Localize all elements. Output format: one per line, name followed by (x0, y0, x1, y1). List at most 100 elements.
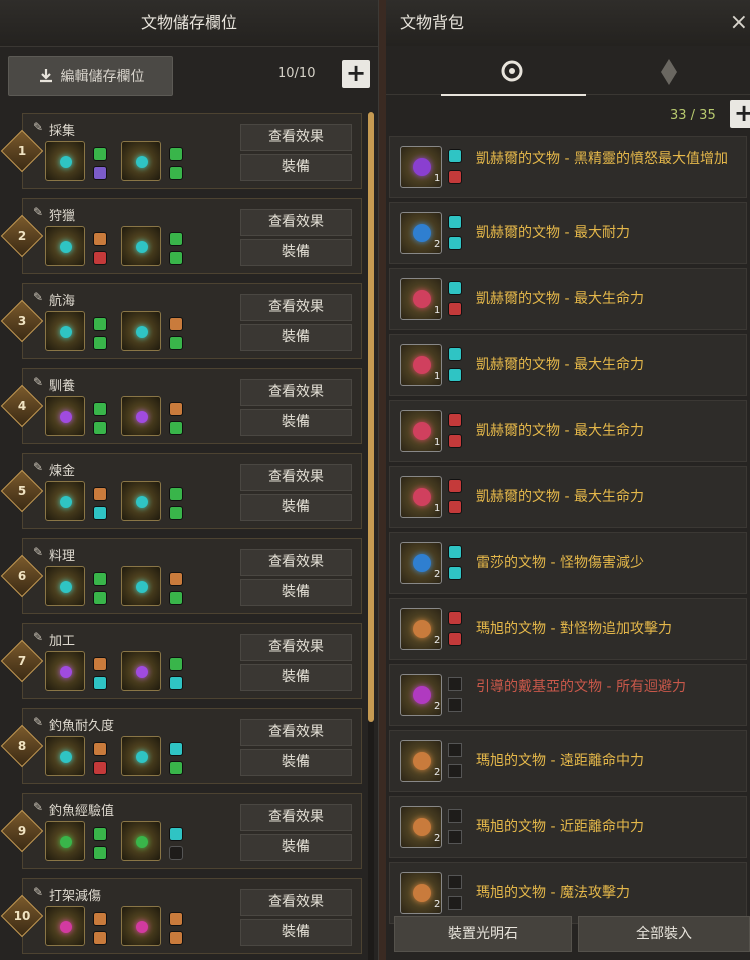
equip-lightstone-button[interactable]: 裝置光明石 (394, 916, 572, 952)
view-effect-button[interactable]: 查看效果 (240, 549, 352, 576)
equip-button[interactable]: 裝備 (240, 919, 352, 946)
equip-button[interactable]: 裝備 (240, 239, 352, 266)
view-effect-button[interactable]: 查看效果 (240, 719, 352, 746)
artifact-slot[interactable]: 7 ✎ 加工 查看效果 裝備 (0, 623, 362, 699)
artifact-item[interactable]: 2 引導的戴基亞的文物 - 所有迴避力 (389, 664, 747, 726)
artifact-item[interactable]: 2 瑪旭的文物 - 對怪物追加攻擊力 (389, 598, 747, 660)
pencil-icon[interactable]: ✎ (33, 290, 43, 304)
artifact-slot[interactable]: 9 ✎ 釣魚經驗值 查看效果 裝備 (0, 793, 362, 869)
item-name: 凱赫爾的文物 - 黑精靈的憤怒最大值增加 (476, 151, 728, 167)
lightstone-icon (448, 632, 462, 646)
artifact-item[interactable]: 1 凱赫爾的文物 - 黑精靈的憤怒最大值增加 (389, 136, 747, 198)
artifact-icon[interactable] (45, 651, 85, 691)
artifact-icon[interactable] (121, 736, 161, 776)
artifact-item[interactable]: 2 雷莎的文物 - 怪物傷害減少 (389, 532, 747, 594)
view-effect-button[interactable]: 查看效果 (240, 464, 352, 491)
lightstone-icon (93, 232, 107, 246)
lightstone-icon (448, 611, 462, 625)
view-effect-button[interactable]: 查看效果 (240, 209, 352, 236)
artifact-slot[interactable]: 10 ✎ 打架減傷 查看效果 裝備 (0, 878, 362, 954)
lightstone-icon (93, 912, 107, 926)
artifact-icon[interactable] (45, 736, 85, 776)
scrollbar[interactable] (368, 112, 374, 960)
artifact-icon[interactable] (45, 906, 85, 946)
edit-storage-button[interactable]: 編輯儲存欄位 (8, 56, 173, 96)
artifact-icon[interactable] (121, 226, 161, 266)
artifact-slot[interactable]: 4 ✎ 馴養 查看效果 裝備 (0, 368, 362, 444)
pencil-icon[interactable]: ✎ (33, 375, 43, 389)
pencil-icon[interactable]: ✎ (33, 885, 43, 899)
artifact-slot[interactable]: 2 ✎ 狩獵 查看效果 裝備 (0, 198, 362, 274)
artifact-icon[interactable] (45, 481, 85, 521)
scrollbar-thumb[interactable] (368, 112, 374, 722)
slot-number: 2 (17, 229, 27, 243)
artifact-item[interactable]: 1 凱赫爾的文物 - 最大生命力 (389, 334, 747, 396)
tab-lightstones[interactable] (596, 46, 741, 94)
item-name: 瑪旭的文物 - 近距離命中力 (476, 819, 644, 835)
empty-lightstone-slot (448, 677, 462, 691)
artifact-icon[interactable] (45, 311, 85, 351)
add-slot-button[interactable]: + (342, 60, 370, 88)
view-effect-button[interactable]: 查看效果 (240, 379, 352, 406)
artifact-icon[interactable] (121, 906, 161, 946)
equip-button[interactable]: 裝備 (240, 664, 352, 691)
artifact-icon[interactable] (45, 226, 85, 266)
artifact-icon[interactable] (121, 821, 161, 861)
artifact-icon[interactable] (121, 566, 161, 606)
item-name: 瑪旭的文物 - 遠距離命中力 (476, 753, 644, 769)
view-effect-button[interactable]: 查看效果 (240, 294, 352, 321)
artifact-icon[interactable] (121, 651, 161, 691)
artifact-icon[interactable] (45, 396, 85, 436)
artifact-icon[interactable] (121, 141, 161, 181)
artifact-item[interactable]: 1 凱赫爾的文物 - 最大生命力 (389, 268, 747, 330)
artifact-item[interactable]: 1 凱赫爾的文物 - 最大生命力 (389, 400, 747, 462)
lightstone-icon (448, 413, 462, 427)
slot-number: 9 (17, 824, 27, 838)
equip-button[interactable]: 裝備 (240, 579, 352, 606)
pencil-icon[interactable]: ✎ (33, 460, 43, 474)
equip-button[interactable]: 裝備 (240, 749, 352, 776)
artifact-item[interactable]: 2 凱赫爾的文物 - 最大耐力 (389, 202, 747, 264)
artifact-icon[interactable] (45, 566, 85, 606)
equip-button[interactable]: 裝備 (240, 409, 352, 436)
artifact-icon[interactable] (121, 481, 161, 521)
pencil-icon[interactable]: ✎ (33, 120, 43, 134)
tab-artifacts[interactable] (441, 46, 586, 96)
artifact-slot[interactable]: 6 ✎ 料理 查看效果 裝備 (0, 538, 362, 614)
artifact-icon[interactable] (45, 821, 85, 861)
equip-button[interactable]: 裝備 (240, 154, 352, 181)
artifact-slot[interactable]: 3 ✎ 航海 查看效果 裝備 (0, 283, 362, 359)
lightstone-icon (93, 742, 107, 756)
equip-all-button[interactable]: 全部裝入 (578, 916, 750, 952)
lightstone-icon (169, 657, 183, 671)
artifact-icon[interactable] (121, 311, 161, 351)
artifact-item[interactable]: 1 凱赫爾的文物 - 最大生命力 (389, 466, 747, 528)
lightstone-icon (448, 149, 462, 163)
artifact-item[interactable]: 2 瑪旭的文物 - 近距離命中力 (389, 796, 747, 858)
equip-button[interactable]: 裝備 (240, 834, 352, 861)
artifact-icon[interactable] (121, 396, 161, 436)
pencil-icon[interactable]: ✎ (33, 715, 43, 729)
item-quantity: 1 (434, 173, 441, 184)
artifact-item[interactable]: 2 瑪旭的文物 - 遠距離命中力 (389, 730, 747, 792)
artifact-item[interactable]: 2 瑪旭的文物 - 魔法攻擊力 (389, 862, 747, 924)
equip-button[interactable]: 裝備 (240, 494, 352, 521)
view-effect-button[interactable]: 查看效果 (240, 889, 352, 916)
artifact-slot[interactable]: 5 ✎ 煉金 查看效果 裝備 (0, 453, 362, 529)
view-effect-button[interactable]: 查看效果 (240, 804, 352, 831)
artifact-slot[interactable]: 8 ✎ 釣魚耐久度 查看效果 裝備 (0, 708, 362, 784)
equip-button[interactable]: 裝備 (240, 324, 352, 351)
pencil-icon[interactable]: ✎ (33, 630, 43, 644)
pencil-icon[interactable]: ✎ (33, 545, 43, 559)
view-effect-button[interactable]: 查看效果 (240, 124, 352, 151)
pencil-icon[interactable]: ✎ (33, 800, 43, 814)
close-icon[interactable]: × (730, 10, 748, 35)
storage-toolbar: 編輯儲存欄位 10/10 + (8, 56, 370, 96)
artifact-icon[interactable] (45, 141, 85, 181)
lightstone-icon (169, 487, 183, 501)
expand-bag-button[interactable]: + (730, 100, 750, 128)
view-effect-button[interactable]: 查看效果 (240, 634, 352, 661)
pencil-icon[interactable]: ✎ (33, 205, 43, 219)
panel-title: 文物背包 (386, 0, 750, 46)
artifact-slot[interactable]: 1 ✎ 採集 查看效果 裝備 (0, 113, 362, 189)
